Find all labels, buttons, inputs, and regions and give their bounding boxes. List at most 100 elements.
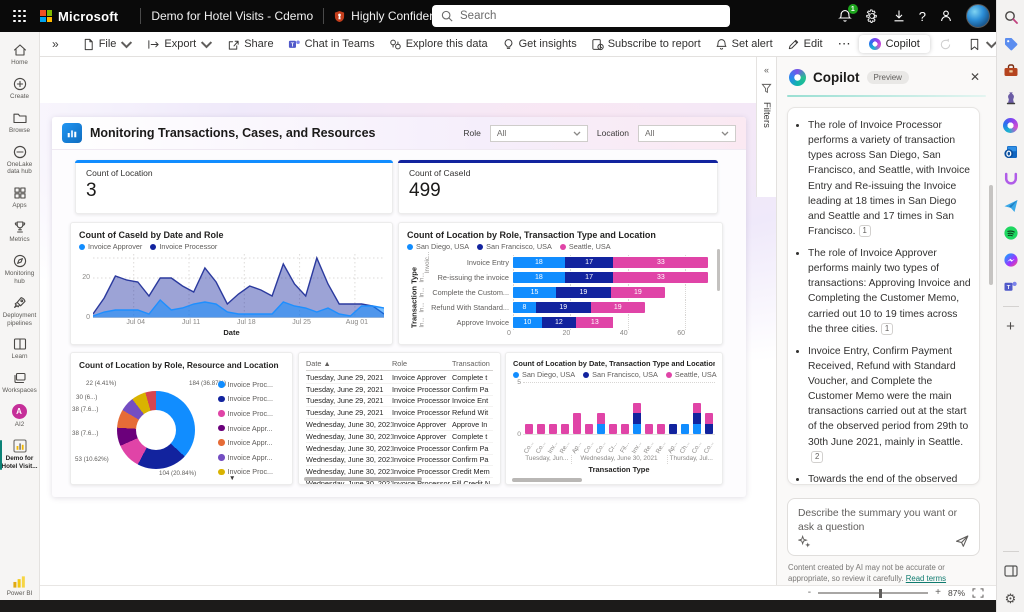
- more-options-button[interactable]: ⋯: [830, 36, 859, 52]
- spotify-icon[interactable]: [1003, 225, 1019, 241]
- table-column-header[interactable]: Date ▲: [306, 359, 392, 368]
- zoom-slider[interactable]: [818, 592, 928, 594]
- bar-chart-location-by-date-transaction[interactable]: Count of Location by Date, Transaction T…: [505, 352, 723, 485]
- add-sidebar-item-icon[interactable]: +: [1003, 318, 1019, 334]
- vbar-stack[interactable]: [693, 403, 701, 434]
- feedback-button[interactable]: [939, 9, 953, 23]
- donut-chart-location-by-role-resource[interactable]: Count of Location by Role, Resource and …: [70, 352, 293, 485]
- vbar-stack[interactable]: [561, 424, 569, 434]
- kpi-card-count-of-caseid[interactable]: Count of CaseId 499: [398, 160, 718, 214]
- vbar-stack[interactable]: [669, 424, 677, 434]
- suggestions-sparkle-icon[interactable]: [798, 535, 811, 548]
- donut-plot[interactable]: [117, 391, 195, 469]
- microsoft-logo[interactable]: Microsoft: [40, 9, 118, 24]
- horizontal-scrollbar[interactable]: [304, 477, 422, 481]
- sidebar-item-workspaces[interactable]: Workspaces: [0, 366, 40, 400]
- copilot-prompt-input[interactable]: Describe the summary you want or ask a q…: [787, 498, 980, 556]
- history-button[interactable]: [939, 38, 952, 51]
- toggle-sidebar-icon[interactable]: [1003, 563, 1019, 579]
- share-button[interactable]: Share: [220, 32, 280, 56]
- hbar-stack[interactable]: 181733: [513, 257, 708, 268]
- sidebar-item-pipelines[interactable]: Deployment pipelines: [0, 291, 40, 333]
- kpi-card-count-of-location[interactable]: Count of Location 3: [75, 160, 393, 214]
- settings-button[interactable]: [865, 9, 879, 23]
- account-avatar[interactable]: [966, 4, 990, 28]
- vbar-stack[interactable]: [597, 413, 605, 434]
- global-search-input[interactable]: Search: [432, 5, 730, 27]
- clip-app-icon[interactable]: [1003, 171, 1019, 187]
- messenger-icon[interactable]: [1003, 252, 1019, 268]
- filters-pane-collapsed[interactable]: « Filters: [756, 57, 776, 197]
- citation-chip[interactable]: 1: [859, 225, 871, 237]
- copilot-app-icon[interactable]: [1003, 117, 1019, 133]
- chess-icon[interactable]: [1003, 90, 1019, 106]
- zoom-slider-thumb[interactable]: [879, 589, 882, 598]
- expand-nav-button[interactable]: »: [48, 37, 63, 51]
- table-column-header[interactable]: Role: [392, 359, 452, 368]
- horizontal-scrollbar[interactable]: [512, 478, 582, 482]
- powerbi-home[interactable]: Power BI: [7, 574, 33, 600]
- sidebar-item-learn[interactable]: Learn: [0, 332, 40, 366]
- sidebar-settings-icon[interactable]: ⚙: [1003, 590, 1019, 606]
- sidebar-item-ai2[interactable]: AAI2: [0, 400, 40, 434]
- subscribe-button[interactable]: Subscribe to report: [584, 32, 708, 56]
- vbar-stack[interactable]: [525, 424, 533, 434]
- sidebar-item-home[interactable]: Home: [0, 38, 40, 72]
- sidebar-item-monitoring[interactable]: Monitoring hub: [0, 249, 40, 291]
- vbar-stack[interactable]: [705, 413, 713, 434]
- vbar-stack[interactable]: [621, 424, 629, 434]
- zoom-in-button[interactable]: +: [935, 588, 941, 598]
- copilot-toolbar-button[interactable]: Copilot: [859, 35, 930, 53]
- hbar-stack[interactable]: 101213: [513, 317, 614, 328]
- close-copilot-button[interactable]: ✕: [966, 68, 984, 86]
- teams-app-icon[interactable]: T: [1003, 279, 1019, 295]
- fit-to-page-icon[interactable]: [972, 588, 984, 598]
- waffle-menu-icon[interactable]: [13, 10, 26, 23]
- sidebar-item-metrics[interactable]: Metrics: [0, 215, 40, 249]
- vbar-stack[interactable]: [573, 413, 581, 434]
- role-filter-dropdown[interactable]: All: [490, 125, 588, 142]
- tag-icon[interactable]: [1003, 36, 1019, 52]
- edit-button[interactable]: Edit: [780, 32, 830, 56]
- file-button[interactable]: File: [75, 32, 141, 56]
- location-filter-dropdown[interactable]: All: [638, 125, 736, 142]
- plane-icon[interactable]: [1003, 198, 1019, 214]
- notifications-button[interactable]: 1: [838, 9, 852, 23]
- export-button[interactable]: Export: [140, 32, 220, 56]
- insights-button[interactable]: Get insights: [495, 32, 584, 56]
- legend-more-caret[interactable]: ▼: [229, 475, 235, 482]
- edge-search-icon[interactable]: [1003, 9, 1019, 25]
- sidebar-item-browse[interactable]: Browse: [0, 106, 40, 140]
- vertical-scrollbar[interactable]: [717, 249, 721, 291]
- zoom-out-button[interactable]: -: [808, 588, 811, 598]
- sidebar-item-onelake[interactable]: OneLake data hub: [0, 140, 40, 182]
- explore-button[interactable]: Explore this data: [382, 32, 495, 56]
- teams-button[interactable]: TChat in Teams: [281, 32, 382, 56]
- download-button[interactable]: [892, 9, 906, 23]
- vbar-stack[interactable]: [681, 424, 689, 434]
- toolbox-icon[interactable]: [1003, 63, 1019, 79]
- outlook-icon[interactable]: [1003, 144, 1019, 160]
- alert-button[interactable]: Set alert: [708, 32, 780, 56]
- vbar-stack[interactable]: [609, 424, 617, 434]
- bar-chart-location-by-role-transaction[interactable]: Count of Location by Role, Transaction T…: [398, 222, 723, 345]
- citation-chip[interactable]: 2: [811, 451, 823, 463]
- vbar-stack[interactable]: [645, 424, 653, 434]
- citation-chip[interactable]: 1: [881, 323, 893, 335]
- hbar-stack[interactable]: 181733: [513, 272, 708, 283]
- collapse-filters-icon[interactable]: «: [764, 65, 769, 75]
- hbar-stack[interactable]: 81919: [513, 302, 645, 313]
- area-chart-caseid-by-date-role[interactable]: Count of CaseId by Date and Role Invoice…: [70, 222, 393, 345]
- table-column-header[interactable]: Transaction: [452, 359, 493, 368]
- send-icon[interactable]: [955, 534, 969, 548]
- hbar-stack[interactable]: 151919: [513, 287, 665, 298]
- sidebar-item-apps[interactable]: Apps: [0, 181, 40, 215]
- sidebar-item-create[interactable]: Create: [0, 72, 40, 106]
- vbar-stack[interactable]: [537, 424, 545, 434]
- sidebar-item-report[interactable]: Demo for Hotel Visit...: [0, 434, 40, 476]
- vbar-stack[interactable]: [657, 424, 665, 434]
- vbar-stack[interactable]: [549, 424, 557, 434]
- copilot-scrollbar[interactable]: [989, 185, 993, 285]
- table-visual-transactions[interactable]: Date ▲RoleTransactionTuesday, June 29, 2…: [298, 352, 501, 485]
- vbar-stack[interactable]: [585, 424, 593, 434]
